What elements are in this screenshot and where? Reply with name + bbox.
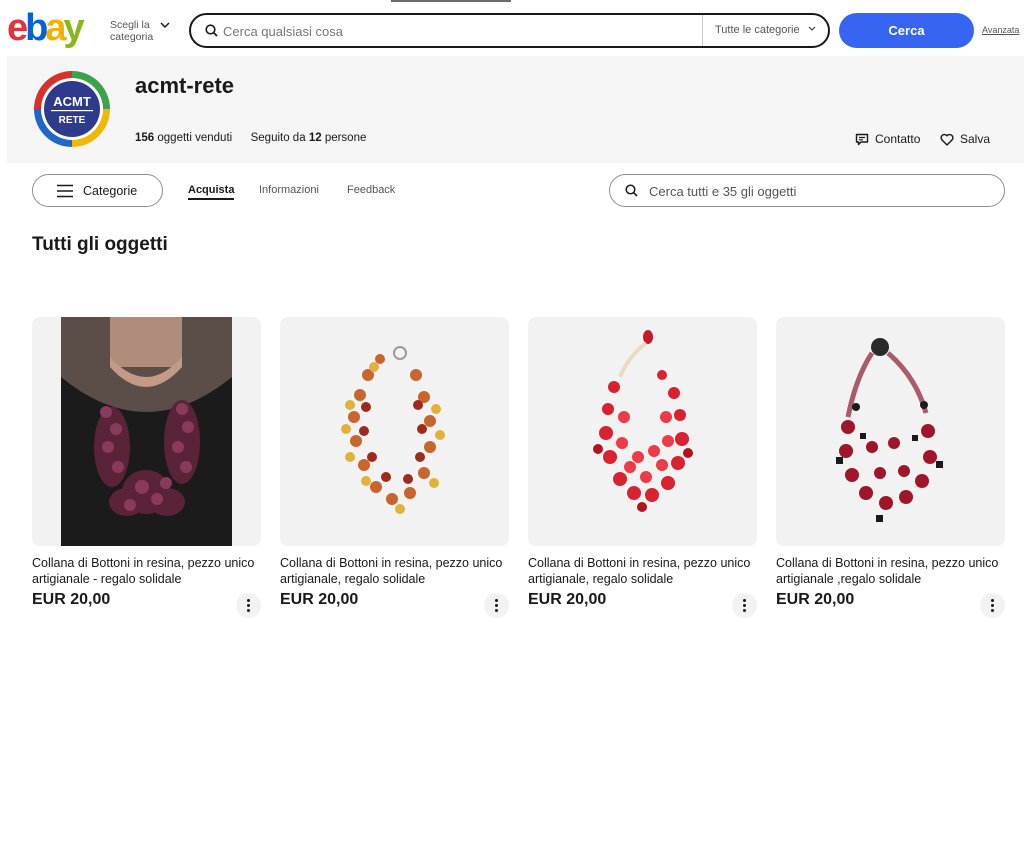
more-vertical-icon [991,599,994,612]
product-card[interactable]: Collana di Bottoni in resina, pezzo unic… [32,317,261,618]
category-picker[interactable]: Scegli la categoria [110,19,170,43]
menu-icon [57,184,73,198]
followers-count: 12 [308,132,322,144]
store-search-input[interactable] [649,181,989,201]
product-title[interactable]: Collana di Bottoni in resina, pezzo unic… [32,555,261,587]
tab-acquista[interactable]: Acquista [188,184,235,200]
more-vertical-icon [247,599,250,612]
categories-button[interactable]: Categorie [32,174,163,207]
global-search-bar: Tutte le categorie [189,13,830,48]
product-image[interactable] [280,317,509,546]
product-price: EUR 20,00 [280,591,359,608]
product-image[interactable] [776,317,1005,546]
more-vertical-icon [495,599,498,612]
product-card[interactable]: Collana di Bottoni in resina, pezzo unic… [528,317,757,618]
more-options-button[interactable] [236,593,261,618]
sold-label: oggetti venduti [157,132,233,144]
product-image[interactable] [528,317,757,546]
category-picker-line2: categoria [110,31,154,43]
product-title[interactable]: Collana di Bottoni in resina, pezzo unic… [776,555,1005,587]
search-button[interactable]: Cerca [839,13,974,48]
store-logo-text-1: ACMT [53,94,91,109]
product-price: EUR 20,00 [776,591,855,608]
ebay-logo[interactable]: ebay [7,8,103,48]
more-vertical-icon [743,599,746,612]
product-title[interactable]: Collana di Bottoni in resina, pezzo unic… [528,555,757,587]
product-price: EUR 20,00 [32,591,111,608]
svg-text:ebay: ebay [7,8,85,48]
chat-icon [855,133,869,145]
global-search-input[interactable] [223,21,693,41]
section-title: Tutti gli oggetti [32,234,168,255]
chevron-down-icon [160,22,170,29]
contact-label: Contatto [875,132,921,146]
product-title[interactable]: Collana di Bottoni in resina, pezzo unic… [280,555,509,587]
more-options-button[interactable] [484,593,509,618]
product-card[interactable]: Collana di Bottoni in resina, pezzo unic… [776,317,1005,618]
contact-button[interactable]: Contatto [855,132,920,146]
store-banner: ACMT RETE acmt-rete 156 oggetti venduti … [7,56,1024,163]
sold-count: 156 [135,132,155,144]
product-image[interactable] [32,317,261,546]
heart-icon [940,133,954,146]
store-stats: 156 oggetti venduti Seguito da 12 person… [135,132,366,144]
followers-suffix: persone [324,132,367,144]
tab-informazioni[interactable]: Informazioni [259,184,319,196]
search-icon [205,24,218,37]
product-price: EUR 20,00 [528,591,607,608]
search-icon [625,184,638,197]
followers-prefix: Seguito da [250,132,306,144]
tab-feedback[interactable]: Feedback [347,184,395,196]
chevron-down-icon [808,26,816,31]
store-name[interactable]: acmt-rete [135,73,234,99]
product-card[interactable]: Collana di Bottoni in resina, pezzo unic… [280,317,509,618]
more-options-button[interactable] [980,593,1005,618]
category-select[interactable]: Tutte le categorie [715,24,800,36]
save-button[interactable]: Salva [940,132,990,146]
more-options-button[interactable] [732,593,757,618]
store-search-bar [609,174,1005,207]
store-logo-text-2: RETE [59,115,86,126]
global-header: ebay Scegli la categoria Tutte le catego… [0,0,1024,56]
advanced-search-link[interactable]: Avanzata [982,25,1019,35]
categories-label: Categorie [83,184,138,198]
save-label: Salva [960,132,991,146]
search-divider [702,15,703,46]
store-logo[interactable]: ACMT RETE [33,70,111,148]
